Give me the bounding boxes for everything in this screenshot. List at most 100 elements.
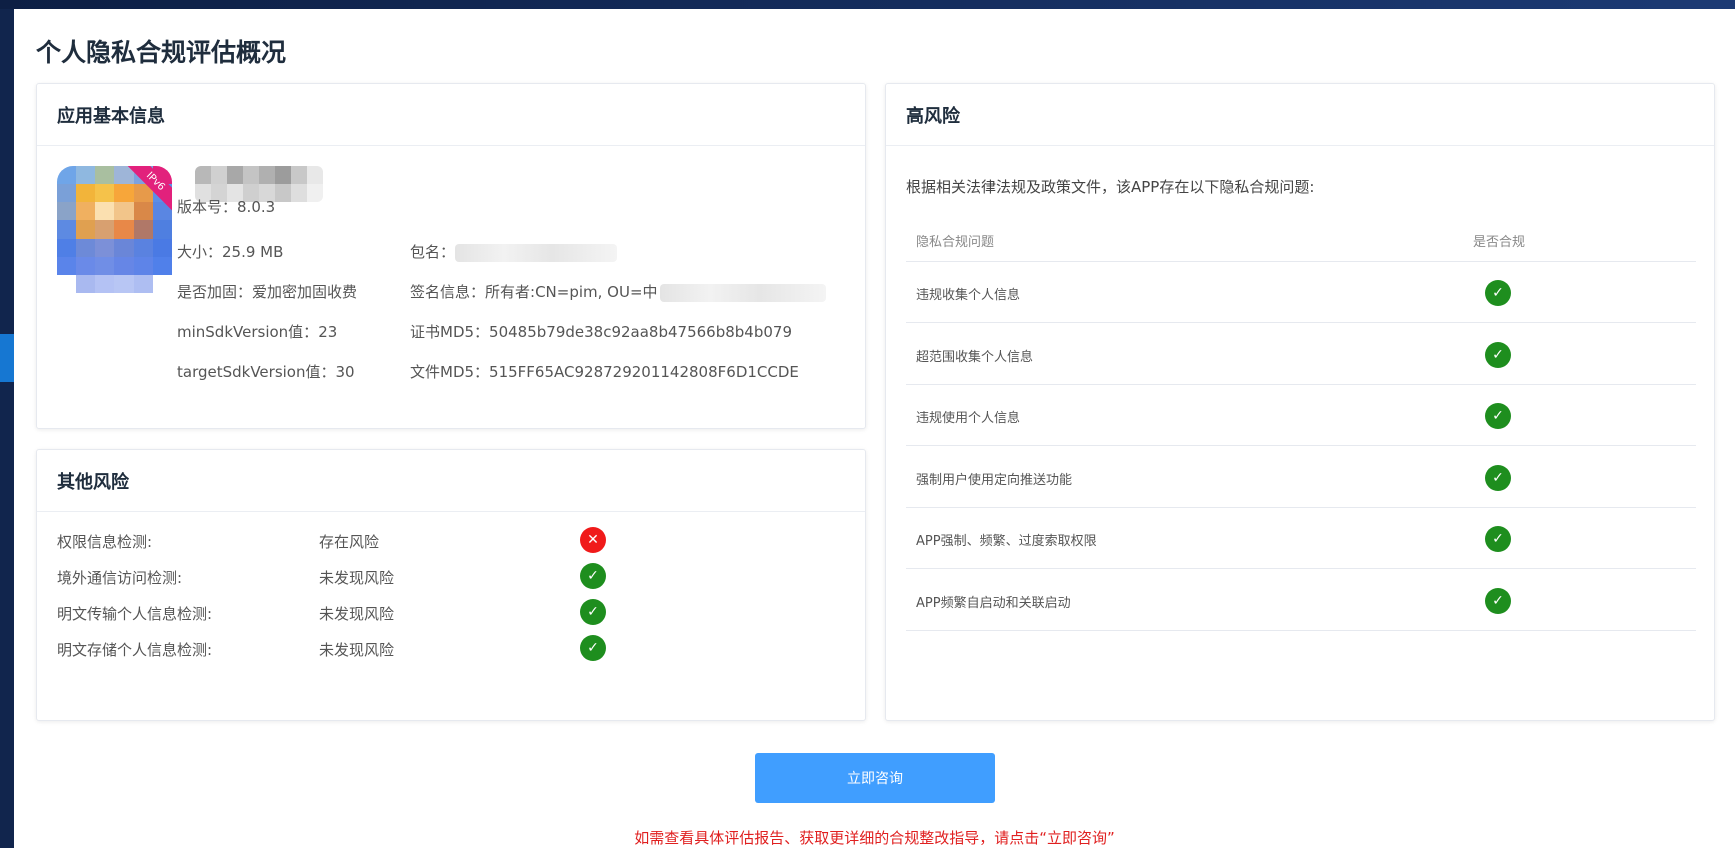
mosaic-cell [275,166,291,184]
mosaic-cell [114,202,134,221]
app-icon-blurred: IPv6 [57,166,172,293]
mosaic-cell [76,184,96,203]
risk-status-wrapper: ✓ [580,599,606,625]
target-sdk-value: 30 [335,363,355,381]
page-container: 个人隐私合规评估概况 应用基本信息 IPv6 版本号：8.0.3 大小：25.9… [14,9,1735,848]
mosaic-cell [95,166,115,185]
compliance-status-wrapper: ✓ [1485,464,1511,491]
check-circle-icon: ✓ [580,635,606,661]
mosaic-cell [152,256,172,275]
signature-value: 所有者:CN=pim, OU=中 [485,283,658,301]
compliance-issue: 违规收集个人信息 [916,288,1021,303]
mosaic-cell [114,256,134,275]
compliance-issue: 违规使用个人信息 [916,411,1021,426]
page-title: 个人隐私合规评估概况 [36,38,287,67]
mosaic-cell [57,274,77,293]
mosaic-cell [57,220,77,239]
mosaic-cell [95,256,115,275]
app-info-header: 应用基本信息 [37,84,865,146]
version-row: 版本号：8.0.3 [177,196,275,217]
check-circle-icon: ✓ [1485,280,1511,306]
compliance-status-wrapper: ✓ [1485,280,1511,306]
mosaic-cell [76,220,96,239]
other-risk-row: 权限信息检测: 存在风险 ✕ [57,527,837,555]
compliance-issue: APP频繁自启动和关联启动 [916,595,1071,611]
signature-row: 签名信息：所有者:CN=pim, OU=中 [410,281,826,302]
compliance-status-wrapper: ✓ [1485,403,1511,429]
risk-status-wrapper: ✓ [580,563,606,589]
package-label: 包名： [410,243,456,261]
check-circle-icon: ✓ [1485,526,1511,552]
mosaic-cell [57,202,77,221]
signature-value-blurred [659,283,826,302]
table-row: 违规收集个人信息 ✓ [906,262,1696,323]
risk-status-wrapper: ✓ [580,635,606,661]
min-sdk-value: 23 [318,323,338,341]
target-sdk-row: targetSdkVersion值：30 [177,361,355,382]
mosaic-cell [275,184,291,202]
column-header-issue: 隐私合规问题 [916,235,995,250]
mosaic-cell [259,166,275,184]
check-circle-icon: ✓ [1485,341,1511,368]
mosaic-cell [227,166,243,184]
column-header-compliant: 是否合规 [1473,235,1526,250]
mosaic-cell [211,166,227,184]
compliance-status-wrapper: ✓ [1485,587,1511,614]
mosaic-cell [95,220,115,239]
window-top-strip [0,0,1735,9]
min-sdk-row: minSdkVersion值：23 [177,321,337,342]
check-circle-icon: ✓ [580,599,606,625]
mosaic-cell [152,274,172,293]
check-circle-icon: ✓ [1485,464,1511,491]
risk-check-label: 权限信息检测: [57,533,153,551]
size-label: 大小： [177,243,223,261]
compliance-issue: 强制用户使用定向推送功能 [916,472,1073,488]
other-risk-row: 境外通信访问检测: 未发现风险 ✓ [57,563,837,591]
file-md5-value: 515FF65AC928729201142808F6D1CCDE [489,363,799,381]
risk-check-label: 境外通信访问检测: [57,569,183,587]
app-info-card: 应用基本信息 IPv6 版本号：8.0.3 大小：25.9 MB 包名： 是否加… [36,83,866,429]
other-risk-header: 其他风险 [37,450,865,512]
mosaic-cell [307,184,323,202]
table-row: 强制用户使用定向推送功能 ✓ [906,447,1696,508]
mosaic-cell [95,274,115,293]
high-risk-card: 高风险 根据相关法律法规及政策文件，该APP存在以下隐私合规问题: 隐私合规问题… [885,83,1715,721]
mosaic-cell [307,166,323,184]
cert-md5-row: 证书MD5：50485b79de38c92aa8b47566b8b4b079 [410,321,792,342]
mosaic-cell [291,184,307,202]
mosaic-cell [152,220,172,239]
hardened-value: 爱加密加固收费 [252,283,358,301]
file-md5-row: 文件MD5：515FF65AC928729201142808F6D1CCDE [410,361,799,382]
check-circle-icon: ✓ [1485,587,1511,614]
mosaic-cell [95,238,115,257]
table-row: 违规使用个人信息 ✓ [906,385,1696,446]
risk-check-result: 未发现风险 [319,605,395,623]
table-row: APP频繁自启动和关联启动 ✓ [906,570,1696,631]
consult-now-button[interactable]: 立即咨询 [755,753,995,803]
mosaic-cell [114,238,134,257]
risk-check-result: 未发现风险 [319,569,395,587]
compliance-status-wrapper: ✓ [1485,341,1511,368]
hardened-row: 是否加固：爱加密加固收费 [177,281,357,302]
risk-status-wrapper: ✕ [580,527,606,553]
side-tab[interactable] [0,334,14,382]
cert-md5-label: 证书MD5： [410,323,490,341]
mosaic-cell [243,166,259,184]
compliance-issue: APP强制、频繁、过度索取权限 [916,534,1097,549]
cert-md5-value: 50485b79de38c92aa8b47566b8b4b079 [489,323,792,341]
compliance-table-header: 隐私合规问题 是否合规 [906,216,1696,262]
size-value: 25.9 MB [222,243,284,261]
mosaic-cell [114,274,134,293]
x-circle-icon: ✕ [580,527,606,553]
version-label: 版本号： [177,198,238,216]
package-row: 包名： [410,241,618,262]
file-md5-label: 文件MD5： [410,363,490,381]
check-circle-icon: ✓ [580,563,606,589]
table-row: APP强制、频繁、过度索取权限 ✓ [906,508,1696,569]
size-row: 大小：25.9 MB [177,241,283,262]
mosaic-cell [57,256,77,275]
version-value: 8.0.3 [237,198,276,216]
other-risk-row: 明文传输个人信息检测: 未发现风险 ✓ [57,599,837,627]
mosaic-cell [57,238,77,257]
other-risk-row: 明文存储个人信息检测: 未发现风险 ✓ [57,635,837,663]
